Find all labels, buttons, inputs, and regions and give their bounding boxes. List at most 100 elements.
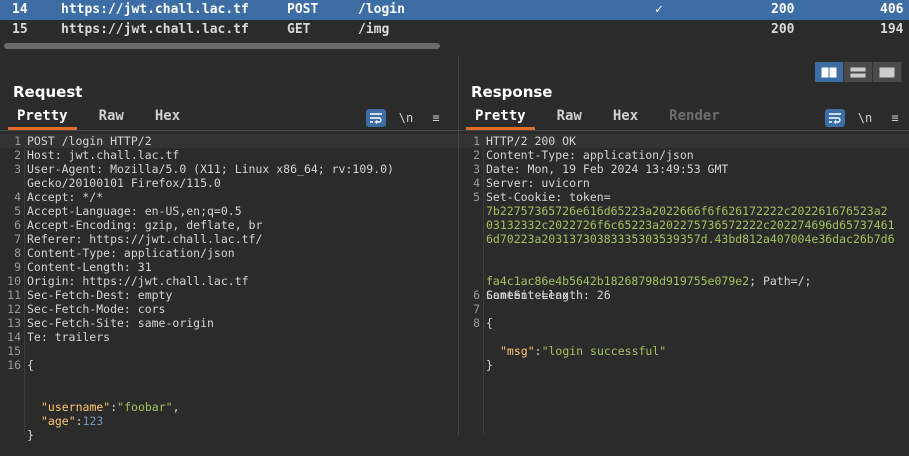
line-text: POST /login HTTP/2 <box>27 134 152 148</box>
row-host: https://jwt.chall.lac.tf <box>61 2 249 17</box>
code-line: 2 Content-Type: application/json <box>459 148 909 162</box>
code-line: 8 Content-Type: application/json <box>0 246 458 260</box>
line-text: Accept-Encoding: gzip, deflate, br <box>27 218 263 232</box>
line-number: 6 <box>14 218 21 232</box>
row-status: 200 <box>771 2 795 17</box>
tab-render[interactable]: Render <box>660 105 729 127</box>
line-number: 1 <box>14 134 21 148</box>
code-line: 1 HTTP/2 200 OK <box>459 134 909 148</box>
line-text: Date: Mon, 19 Feb 2024 13:49:53 GMT <box>486 162 729 176</box>
code-line: "msg":"login successful" <box>500 344 667 358</box>
line-text: { <box>486 316 493 330</box>
tab-pretty[interactable]: Pretty <box>466 105 535 130</box>
code-line: 11 Sec-Fetch-Dest: empty <box>0 288 458 302</box>
cookie-value: 7b22757365726e616d65223a2022666f6f626172… <box>486 204 888 218</box>
code-line: 7 Referer: https://jwt.chall.lac.tf/ <box>0 232 458 246</box>
line-number: 5 <box>14 204 21 218</box>
code-line: 1 POST /login HTTP/2 <box>0 134 458 148</box>
newline-icon[interactable]: \n <box>855 109 875 127</box>
line-number: 3 <box>473 162 480 176</box>
line-text: Gecko/20100101 Firefox/115.0 <box>27 176 221 190</box>
tab-hex[interactable]: Hex <box>146 105 189 127</box>
line-text: HTTP/2 200 OK <box>486 134 577 148</box>
tab-separator <box>0 130 458 131</box>
tab-pretty[interactable]: Pretty <box>8 105 77 130</box>
newline-icon[interactable]: \n <box>396 109 416 127</box>
menu-icon[interactable]: ≡ <box>885 109 905 127</box>
horizontal-scrollbar[interactable] <box>4 43 440 49</box>
line-number: 9 <box>14 260 21 274</box>
code-line: 9 Content-Length: 31 <box>0 260 458 274</box>
tab-separator <box>459 130 909 131</box>
line-text: Sec-Fetch-Mode: cors <box>27 302 166 316</box>
line-number: 15 <box>7 344 21 358</box>
request-editor[interactable]: 1 POST /login HTTP/2 2 Host: jwt.chall.lac.… <box>0 134 458 442</box>
json-value: 123 <box>82 414 104 428</box>
line-number: 12 <box>7 302 21 316</box>
line-number: 8 <box>14 246 21 260</box>
line-number: 11 <box>7 288 21 302</box>
code-line: 7b22757365726e616d65223a2022666f6f626172… <box>459 204 909 218</box>
line-text: Server: uvicorn <box>486 176 590 190</box>
code-line: 3 User-Agent: Mozilla/5.0 (X11; Linux x86… <box>0 162 458 176</box>
code-line: SameSite=lax <box>486 288 570 302</box>
menu-icon[interactable]: ≡ <box>426 109 446 127</box>
line-text: Sec-Fetch-Site: same-origin <box>27 316 214 330</box>
word-wrap-icon[interactable] <box>366 109 386 127</box>
history-row-15[interactable]: 15 https://jwt.chall.lac.tf GET /img 200… <box>0 20 909 40</box>
code-line: 5 Set-Cookie: token= <box>459 190 909 204</box>
line-text: User-Agent: Mozilla/5.0 (X11; Linux x86_… <box>27 162 394 176</box>
code-line: 3 Date: Mon, 19 Feb 2024 13:49:53 GMT <box>459 162 909 176</box>
row-number: 15 <box>12 22 28 37</box>
row-number: 14 <box>12 2 28 17</box>
request-tabs: Pretty Raw Hex <box>8 105 202 130</box>
row-path: /img <box>358 22 390 37</box>
line-text: Content-Type: application/json <box>486 148 694 162</box>
code-line: 4 Server: uvicorn <box>459 176 909 190</box>
code-line: 12 Sec-Fetch-Mode: cors <box>0 302 458 316</box>
line-number: 4 <box>473 176 480 190</box>
code-line: 15 <box>0 344 458 358</box>
line-number: 1 <box>473 134 480 148</box>
row-method: POST <box>287 2 319 17</box>
request-toolbar: \n ≡ <box>366 109 456 127</box>
line-text: { <box>27 358 34 372</box>
response-editor[interactable]: 1 HTTP/2 200 OK 2 Content-Type: application… <box>459 134 909 435</box>
line-number: 2 <box>14 148 21 162</box>
row-method: GET <box>287 22 311 37</box>
cookie-value: 03132332c2022726f6c65223a202275736572222… <box>486 218 895 232</box>
code-line: 5 Accept-Language: en-US,en;q=0.5 <box>0 204 458 218</box>
line-text: Accept-Language: en-US,en;q=0.5 <box>27 204 242 218</box>
code-line: fa4c1ac86e4b5642b18268798d919755e079e2; … <box>486 274 812 288</box>
code-line: Gecko/20100101 Firefox/115.0 <box>0 176 458 190</box>
line-text: Origin: https://jwt.chall.lac.tf <box>27 274 249 288</box>
tab-raw[interactable]: Raw <box>548 105 591 127</box>
line-number: 14 <box>7 330 21 344</box>
code-line: 6d70223a20313730383335303539357d.43bd812… <box>459 232 909 246</box>
code-line: 03132332c2022726f6c65223a202275736572222… <box>459 218 909 232</box>
request-title: Request <box>13 83 83 101</box>
row-status: 200 <box>771 22 795 37</box>
tab-hex[interactable]: Hex <box>604 105 647 127</box>
response-panel: Response Pretty Raw Hex Render \n ≡ 1 HTT… <box>459 57 909 435</box>
response-tabs: Pretty Raw Hex Render <box>466 105 742 130</box>
code-line: } <box>27 428 34 442</box>
code-line: 16 { <box>0 358 458 372</box>
line-text: Host: jwt.chall.lac.tf <box>27 148 180 162</box>
request-panel: Request Pretty Raw Hex \n ≡ 1 POST /login… <box>0 57 458 442</box>
code-line: 6 Accept-Encoding: gzip, deflate, br <box>0 218 458 232</box>
line-text: Referer: https://jwt.chall.lac.tf/ <box>27 232 263 246</box>
line-text: Content-Type: application/json <box>27 246 235 260</box>
code-line: 10 Origin: https://jwt.chall.lac.tf <box>0 274 458 288</box>
response-title: Response <box>471 83 553 101</box>
history-row-14[interactable]: 14 https://jwt.chall.lac.tf POST /login … <box>0 0 909 20</box>
code-line: 8{ <box>459 316 909 330</box>
line-text: Te: trailers <box>27 330 111 344</box>
history-table: 14 https://jwt.chall.lac.tf POST /login … <box>0 0 909 53</box>
line-number: 13 <box>7 316 21 330</box>
word-wrap-icon[interactable] <box>825 109 845 127</box>
line-number: 16 <box>7 358 21 372</box>
tab-raw[interactable]: Raw <box>90 105 133 127</box>
code-line: } <box>486 358 493 372</box>
code-line: 7 <box>459 302 909 316</box>
